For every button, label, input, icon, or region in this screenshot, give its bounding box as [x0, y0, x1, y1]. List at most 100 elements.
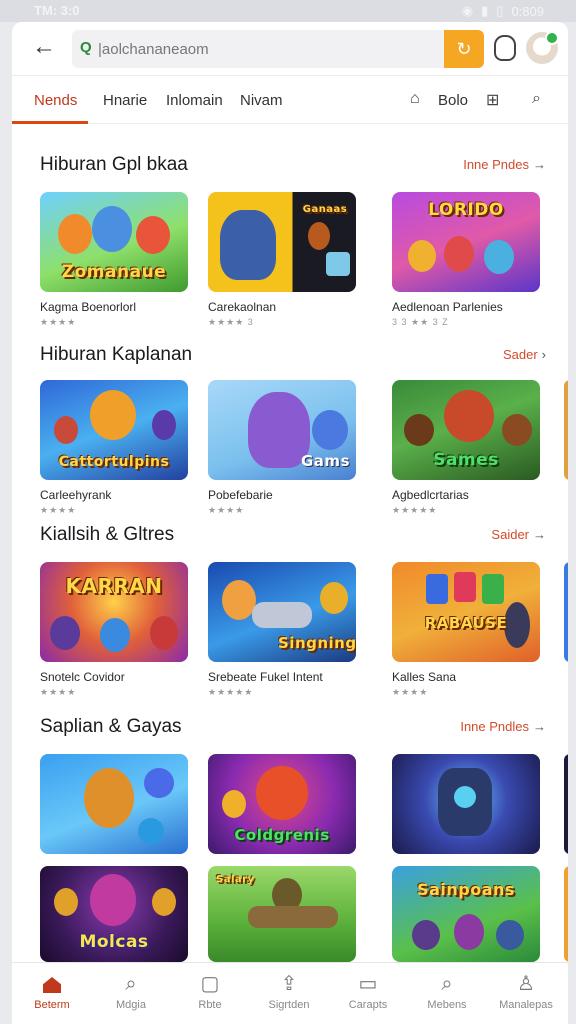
section-header: Kiallsih & Gltres Saider →	[40, 524, 546, 550]
thumb-art-text: Zomanaue	[61, 262, 167, 282]
see-more-link[interactable]: Sader ›	[503, 347, 546, 362]
location-icon: ◉	[461, 3, 474, 18]
status-bar: TM: 3:0 ◉ ▮ ▯ 0:809	[0, 0, 576, 22]
refresh-icon: ↻	[456, 39, 472, 59]
card-title: Kalles Sana	[392, 670, 457, 684]
cat-game-icon: Gams	[208, 380, 356, 480]
section-header: Hiburan Gpl bkaa Inne Pndes →	[40, 154, 546, 180]
thumb-art-text: Coldgrenis	[234, 826, 330, 844]
chevron-right-icon: ›	[541, 347, 546, 362]
card-title: Aedlenoan Parlenies	[392, 300, 503, 314]
next-card-peek	[564, 754, 568, 854]
see-more-link[interactable]: Inne Pndles →	[460, 719, 546, 734]
party-game-icon: LORIDO	[392, 192, 540, 292]
card-title: Kagma Boenorlorl	[40, 300, 137, 314]
card-rating: ★★★★	[392, 687, 429, 697]
address-text: |aolchananeaom	[98, 41, 209, 58]
refresh-button[interactable]: ↻	[444, 30, 484, 68]
game-card[interactable]: KARRAN Snotelc Covidor ★★★★	[40, 562, 188, 702]
game-card[interactable]	[40, 754, 188, 854]
hero-game-icon: Cattortulpins	[40, 380, 188, 480]
card-title: Carleehyrank	[40, 488, 112, 502]
thumb-art-text: Sainpoans	[417, 880, 515, 899]
see-more-link[interactable]: Saider →	[491, 527, 546, 542]
arrow-right-icon: →	[533, 157, 546, 172]
card-rating: ★★★★	[208, 505, 245, 515]
game-card[interactable]: Ganaas Carekaolnan ★★★★ 3	[208, 192, 356, 332]
witch-game-icon: Molcas	[40, 866, 188, 962]
game-card[interactable]: Singning Srebeate Fukel Intent ★★★★★	[208, 562, 356, 702]
see-more-link[interactable]: Inne Pndes →	[463, 157, 546, 172]
game-card[interactable]: Salary	[208, 866, 356, 962]
nav-item-beterm[interactable]: Beterm	[12, 971, 92, 1011]
game-card[interactable]: Sames Agbedlcrtarias ★★★★★	[392, 380, 540, 520]
cannon-game-icon: Singning	[208, 562, 356, 662]
address-bar[interactable]: Q |aolchananeaom ↻	[72, 30, 484, 68]
tab-bolo[interactable]: Bolo	[438, 92, 468, 109]
game-card[interactable]: Zomanaue Kagma Boenorlorl ★★★★	[40, 192, 188, 332]
active-tab-indicator	[12, 121, 88, 124]
robot-game-icon	[392, 754, 540, 854]
thumb-art-text: Salary	[216, 874, 255, 885]
section-title: Hiburan Kaplanan	[40, 344, 193, 365]
next-card-peek	[564, 380, 568, 480]
battle-game-icon: Sainpoans	[392, 866, 540, 962]
thumb-art-text: Cattortulpins	[58, 454, 170, 470]
next-card-peek	[564, 562, 568, 662]
avatar[interactable]	[526, 31, 559, 64]
microphone-icon[interactable]	[494, 35, 516, 61]
status-clock: 0:809	[511, 3, 544, 19]
card-title: Carekaolnan	[208, 300, 277, 314]
signal-icon: ▮	[481, 3, 489, 18]
squirrel-game-icon	[40, 754, 188, 854]
thumb-art-text: KARRAN	[65, 574, 163, 598]
card-title: Srebeate Fukel Intent	[208, 670, 323, 684]
card-rating: 3 3 ★★ 3 Z	[392, 317, 449, 327]
game-card[interactable]	[392, 754, 540, 854]
nav-item-mebens[interactable]: ⌕ Mebens	[407, 971, 487, 1011]
thumb-art-text: Ganaas	[302, 204, 348, 215]
thumb-art-text: Gams	[301, 452, 350, 470]
kingdom-game-icon: Zomanaue	[40, 192, 188, 292]
tab-inlomain[interactable]: Inlomain	[166, 92, 223, 109]
game-card[interactable]: Cattortulpins Carleehyrank ★★★★	[40, 380, 188, 520]
card-rating: ★★★★	[40, 687, 77, 697]
page-icon: ▢	[200, 973, 220, 995]
back-arrow-icon[interactable]: ←	[30, 34, 58, 62]
nav-item-sigrtden[interactable]: ⇪ Sigrtden	[249, 971, 329, 1011]
nav-item-rbte[interactable]: ▢ Rbte	[170, 971, 250, 1011]
nav-item-carapts[interactable]: ▭ Carapts	[328, 971, 408, 1011]
game-card[interactable]: LORIDO Aedlenoan Parlenies 3 3 ★★ 3 Z	[392, 192, 540, 332]
section-title: Kiallsih & Gltres	[40, 524, 175, 545]
section-title: Hiburan Gpl bkaa	[40, 154, 188, 175]
game-card[interactable]: RABAUSE Kalles Sana ★★★★	[392, 562, 540, 702]
card-icon: ▭	[358, 973, 378, 995]
status-time: TM: 3:0	[34, 3, 80, 18]
card-rating: ★★★★★	[208, 687, 254, 697]
nav-item-mdgia[interactable]: ⌕ Mdgia	[91, 971, 171, 1011]
search-icon[interactable]: ⌕	[532, 90, 541, 108]
game-card[interactable]: Molcas	[40, 866, 188, 962]
section-header: Hiburan Kaplanan Sader ›	[40, 344, 546, 370]
thumb-art-text: Singning	[278, 634, 356, 652]
nav-item-manalepas[interactable]: ♙ Manalepas	[486, 971, 566, 1011]
game-card[interactable]: Gams Pobefebarie ★★★★	[208, 380, 356, 520]
grid-menu-icon[interactable]: ⊞	[486, 90, 499, 110]
tab-nivam[interactable]: Nivam	[240, 92, 283, 109]
browser-bar: ← Q |aolchananeaom ↻	[12, 22, 568, 76]
arena-game-icon: KARRAN	[40, 562, 188, 662]
arrow-right-icon: →	[533, 527, 546, 542]
card-rating: ★★★★	[40, 505, 77, 515]
card-title: Pobefebarie	[208, 488, 273, 502]
tab-hnarie[interactable]: Hnarie	[103, 92, 147, 109]
game-card[interactable]: Sainpoans	[392, 866, 540, 962]
card-title: Snotelc Covidor	[40, 670, 125, 684]
home-outline-icon[interactable]: ⌂	[410, 90, 420, 108]
thumb-art-text: LORIDO	[428, 200, 504, 220]
card-rating: ★★★★	[40, 317, 77, 327]
tab-nends[interactable]: Nends	[34, 92, 77, 109]
game-card[interactable]: Coldgrenis	[208, 754, 356, 854]
thumb-art-text: Molcas	[79, 932, 149, 952]
cards-game-icon: RABAUSE	[392, 562, 540, 662]
dragon-game-icon: Sames	[392, 380, 540, 480]
